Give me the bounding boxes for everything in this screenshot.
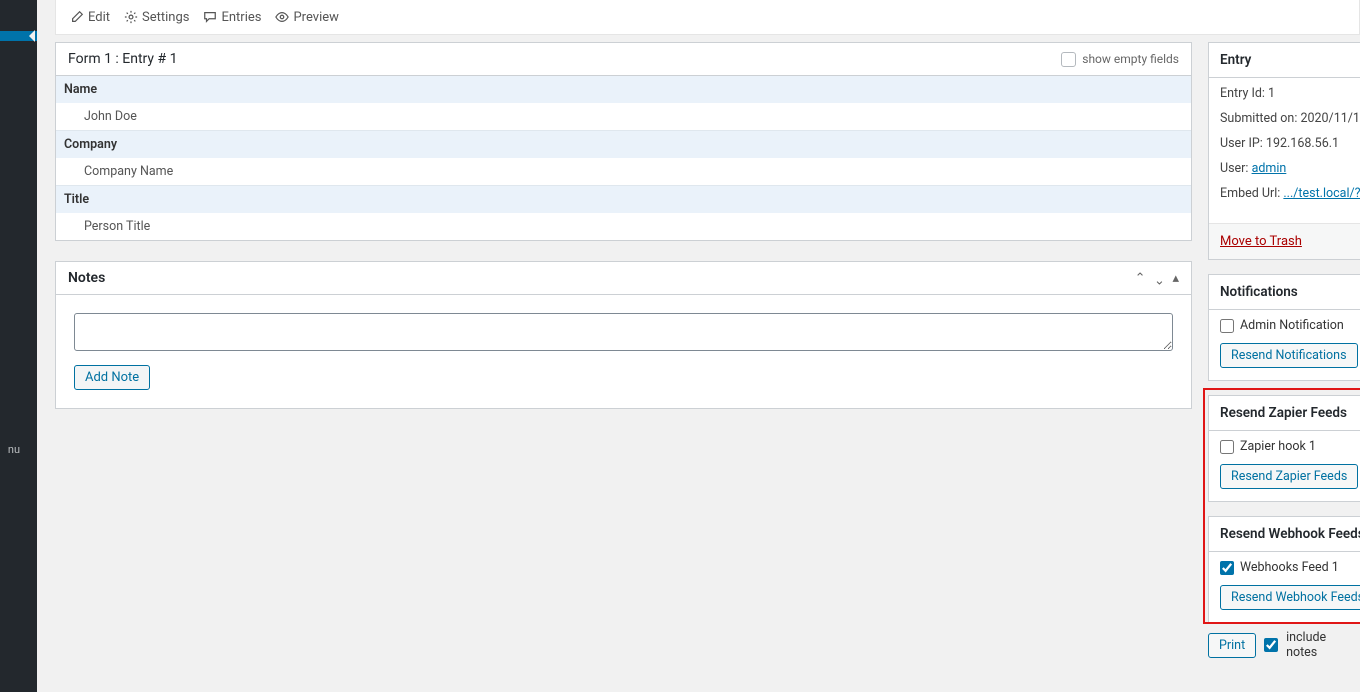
sidebar-collapse-label[interactable]: nu: [0, 443, 33, 456]
edit-icon: [70, 10, 84, 25]
notes-box: Notes ⌃ ⌃ ▴ Add Note: [55, 261, 1192, 409]
entry-embed: Embed Url: .../test.local/?...: [1220, 186, 1360, 201]
resend-zapier-box: Resend Zapier Feeds Zapier hook 1 Resend…: [1208, 395, 1360, 502]
notifications-box: Notifications Admin Notification Resend …: [1208, 274, 1360, 381]
print-row: Print include notes: [1208, 630, 1360, 660]
field-value: John Doe: [56, 103, 1191, 131]
entry-meta-heading: Entry: [1209, 43, 1360, 78]
entry-fields-table: Name John Doe Company Company Name Title…: [56, 76, 1191, 240]
entry-meta-box: Entry Entry Id: 1 Submitted on: 2020/11/…: [1208, 42, 1360, 260]
field-value: Person Title: [56, 213, 1191, 240]
toolbar-settings-label: Settings: [142, 10, 189, 25]
print-button[interactable]: Print: [1208, 633, 1256, 658]
field-label: Name: [56, 76, 1191, 103]
entry-embed-link[interactable]: .../test.local/?...: [1283, 186, 1360, 201]
include-notes-checkbox[interactable]: [1264, 638, 1278, 652]
form-toolbar: Edit Settings Entries Preview: [55, 0, 1360, 35]
move-to-trash-link[interactable]: Move to Trash: [1220, 234, 1302, 249]
notifications-heading: Notifications: [1209, 275, 1360, 310]
zapier-feed-checkbox[interactable]: [1220, 440, 1234, 454]
show-empty-fields-toggle[interactable]: show empty fields: [1061, 52, 1179, 67]
notification-item-label: Admin Notification: [1240, 318, 1344, 333]
comment-icon: [203, 10, 217, 25]
entry-submitted: Submitted on: 2020/11/17 at 2:3: [1220, 111, 1360, 126]
chevron-down-icon[interactable]: ⌃: [1154, 271, 1165, 286]
notes-heading: Notes: [68, 270, 105, 286]
resend-webhook-button[interactable]: Resend Webhook Feeds: [1220, 585, 1360, 610]
toolbar-entries-label: Entries: [221, 10, 261, 25]
entry-user-label: User:: [1220, 161, 1252, 176]
webhook-feed-checkbox[interactable]: [1220, 561, 1234, 575]
sidebar-active-arrow: [29, 30, 35, 42]
admin-sidebar: nu: [0, 0, 37, 692]
toolbar-preview-label: Preview: [293, 10, 338, 25]
gear-icon: [124, 10, 138, 25]
toolbar-edit-label: Edit: [88, 10, 110, 25]
resend-webhook-heading: Resend Webhook Feeds: [1209, 517, 1360, 552]
add-note-button[interactable]: Add Note: [74, 365, 150, 390]
zapier-feed-item[interactable]: Zapier hook 1: [1220, 439, 1360, 454]
toolbar-settings[interactable]: Settings: [124, 10, 189, 25]
note-input[interactable]: [74, 313, 1173, 351]
entry-user-link[interactable]: admin: [1252, 161, 1287, 176]
chevron-up-icon[interactable]: ⌃: [1135, 271, 1146, 286]
entry-details-box: Form 1 : Entry # 1 show empty fields Nam…: [55, 42, 1192, 241]
webhook-feed-item[interactable]: Webhooks Feed 1: [1220, 560, 1360, 575]
entry-details-title: Form 1 : Entry # 1: [68, 51, 177, 67]
show-empty-label: show empty fields: [1082, 52, 1179, 66]
field-label: Title: [56, 186, 1191, 214]
include-notes-label: include notes: [1286, 630, 1360, 660]
show-empty-checkbox[interactable]: [1061, 52, 1076, 67]
entry-user: User: admin: [1220, 161, 1360, 176]
resend-notifications-button[interactable]: Resend Notifications: [1220, 343, 1358, 368]
entry-user-ip: User IP: 192.168.56.1: [1220, 136, 1360, 151]
eye-icon: [275, 10, 289, 25]
resend-zapier-heading: Resend Zapier Feeds: [1209, 396, 1360, 431]
notification-checkbox[interactable]: [1220, 319, 1234, 333]
notification-item[interactable]: Admin Notification: [1220, 318, 1360, 333]
toolbar-entries[interactable]: Entries: [203, 10, 261, 25]
entry-embed-label: Embed Url:: [1220, 186, 1283, 201]
webhook-feed-label: Webhooks Feed 1: [1240, 560, 1339, 575]
resend-webhook-box: Resend Webhook Feeds Webhooks Feed 1 Res…: [1208, 516, 1360, 623]
toolbar-preview[interactable]: Preview: [275, 10, 338, 25]
entry-id: Entry Id: 1: [1220, 86, 1360, 101]
resend-zapier-button[interactable]: Resend Zapier Feeds: [1220, 464, 1358, 489]
triangle-up-icon[interactable]: ▴: [1172, 271, 1179, 286]
toolbar-edit[interactable]: Edit: [70, 10, 110, 25]
field-label: Company: [56, 131, 1191, 159]
field-value: Company Name: [56, 158, 1191, 186]
zapier-feed-label: Zapier hook 1: [1240, 439, 1316, 454]
